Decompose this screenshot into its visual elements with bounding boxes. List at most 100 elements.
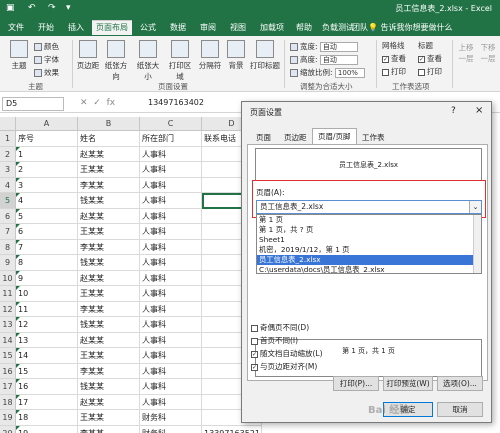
background-button[interactable]: 背景: [226, 40, 246, 71]
table-cell[interactable]: 所在部门: [140, 131, 202, 147]
header-option[interactable]: 第 1 页，共 ? 页: [257, 225, 481, 235]
table-cell[interactable]: 1: [16, 146, 78, 162]
tell-me-box[interactable]: 💡 告诉我你想要做什么: [368, 22, 453, 33]
table-cell[interactable]: 赵某某: [78, 332, 140, 348]
table-cell[interactable]: 王某某: [78, 410, 140, 426]
scale-control[interactable]: 缩放比例: 100%: [290, 67, 365, 78]
row-header[interactable]: 3: [0, 162, 16, 178]
header-option[interactable]: Sheet1: [257, 235, 481, 245]
table-cell[interactable]: 6: [16, 224, 78, 240]
table-cell[interactable]: 钱某某: [78, 255, 140, 271]
table-cell[interactable]: 姓名: [78, 131, 140, 147]
size-button[interactable]: 纸张大小: [134, 40, 162, 82]
tab-help[interactable]: 帮助: [292, 21, 316, 36]
table-cell[interactable]: 人事科: [140, 317, 202, 333]
dialog-tab-margins[interactable]: 页边距: [278, 129, 313, 143]
customize-quick-access-icon[interactable]: ▾: [66, 3, 71, 13]
gridlines-print-checkbox[interactable]: 打印: [382, 66, 406, 77]
print-area-button[interactable]: 打印区域: [166, 40, 194, 82]
table-cell[interactable]: 人事科: [140, 177, 202, 193]
table-cell[interactable]: 18: [16, 410, 78, 426]
table-cell[interactable]: 人事科: [140, 394, 202, 410]
table-cell[interactable]: 人事科: [140, 363, 202, 379]
enter-icon[interactable]: ✓: [93, 98, 101, 108]
row-header[interactable]: 9: [0, 255, 16, 271]
table-cell[interactable]: 人事科: [140, 193, 202, 209]
align-with-margins-checkbox[interactable]: ✓ 与页边距对齐(M): [251, 361, 317, 372]
row-header[interactable]: 7: [0, 224, 16, 240]
row-header[interactable]: 17: [0, 379, 16, 395]
table-cell[interactable]: 李某某: [78, 239, 140, 255]
table-cell[interactable]: 李某某: [78, 425, 140, 433]
row-header[interactable]: 20: [0, 425, 16, 433]
tab-home[interactable]: 开始: [34, 21, 58, 36]
table-cell[interactable]: 人事科: [140, 270, 202, 286]
bring-forward-button[interactable]: 上移一层: [456, 42, 476, 64]
row-header[interactable]: 1: [0, 131, 16, 147]
table-cell[interactable]: 人事科: [140, 208, 202, 224]
send-backward-button[interactable]: 下移一层: [478, 42, 498, 64]
row-header[interactable]: 10: [0, 270, 16, 286]
select-all-corner[interactable]: [0, 117, 16, 131]
width-dropdown[interactable]: 自动: [319, 42, 358, 52]
row-header[interactable]: 2: [0, 146, 16, 162]
table-cell[interactable]: 4: [16, 193, 78, 209]
header-dropdown[interactable]: 员工信息表_2.xlsx ⌄: [256, 200, 482, 214]
table-cell[interactable]: 10: [16, 286, 78, 302]
row-header[interactable]: 11: [0, 286, 16, 302]
table-cell[interactable]: 16: [16, 379, 78, 395]
options-button[interactable]: 选项(O)...: [437, 376, 483, 391]
table-cell[interactable]: 人事科: [140, 332, 202, 348]
table-cell[interactable]: 19: [16, 425, 78, 433]
themes-button[interactable]: 主题: [6, 40, 32, 71]
breaks-button[interactable]: 分隔符: [198, 40, 222, 71]
table-cell[interactable]: 李某某: [78, 363, 140, 379]
table-cell[interactable]: 人事科: [140, 146, 202, 162]
row-header[interactable]: 13: [0, 317, 16, 333]
table-cell[interactable]: 钱某某: [78, 317, 140, 333]
row-header[interactable]: 8: [0, 239, 16, 255]
table-cell[interactable]: 人事科: [140, 379, 202, 395]
row-header[interactable]: 19: [0, 410, 16, 426]
tab-view[interactable]: 视图: [226, 21, 250, 36]
table-cell[interactable]: 17: [16, 394, 78, 410]
tab-page-layout[interactable]: 页面布局: [92, 20, 132, 35]
column-header-c[interactable]: C: [140, 117, 202, 131]
cancel-icon[interactable]: ✕: [80, 98, 88, 108]
row-header[interactable]: 6: [0, 208, 16, 224]
table-cell[interactable]: 李某某: [78, 177, 140, 193]
height-control[interactable]: 高度: 自动: [290, 54, 358, 65]
row-header[interactable]: 16: [0, 363, 16, 379]
header-option[interactable]: C:\userdata\docs\员工信息表_2.xlsx: [257, 265, 481, 273]
help-icon[interactable]: ?: [451, 106, 456, 116]
dialog-tab-sheet[interactable]: 工作表: [356, 129, 391, 143]
table-cell[interactable]: 序号: [16, 131, 78, 147]
print-preview-button[interactable]: 打印预览(W): [383, 376, 433, 391]
table-cell[interactable]: 人事科: [140, 239, 202, 255]
redo-icon[interactable]: ↷: [48, 3, 56, 13]
table-cell[interactable]: 13397163521: [202, 425, 262, 433]
tab-formulas[interactable]: 公式: [136, 21, 160, 36]
tab-addins[interactable]: 加载项: [256, 21, 288, 36]
row-header[interactable]: 4: [0, 177, 16, 193]
table-cell[interactable]: 赵某某: [78, 208, 140, 224]
tab-insert[interactable]: 插入: [64, 21, 88, 36]
row-header[interactable]: 18: [0, 394, 16, 410]
header-options-list[interactable]: 第 1 页 第 1 页，共 ? 页 Sheet1 机密，2019/1/12，第 …: [256, 214, 482, 274]
header-option-selected[interactable]: 员工信息表_2.xlsx: [257, 255, 481, 265]
different-odd-even-checkbox[interactable]: 奇偶页不同(D): [251, 322, 309, 333]
chevron-down-icon[interactable]: ⌄: [469, 201, 481, 213]
table-cell[interactable]: 3: [16, 177, 78, 193]
table-cell[interactable]: 12: [16, 317, 78, 333]
cancel-button[interactable]: 取消: [437, 402, 483, 417]
table-cell[interactable]: 赵某某: [78, 146, 140, 162]
table-cell[interactable]: 11: [16, 301, 78, 317]
table-cell[interactable]: 8: [16, 255, 78, 271]
save-icon[interactable]: ▣: [6, 3, 15, 13]
table-cell[interactable]: 人事科: [140, 348, 202, 364]
width-control[interactable]: 宽度: 自动: [290, 41, 358, 52]
name-box[interactable]: D5: [2, 97, 64, 111]
gridlines-view-checkbox[interactable]: ✓ 查看: [382, 53, 406, 64]
row-header[interactable]: 15: [0, 348, 16, 364]
table-cell[interactable]: 钱某某: [78, 193, 140, 209]
